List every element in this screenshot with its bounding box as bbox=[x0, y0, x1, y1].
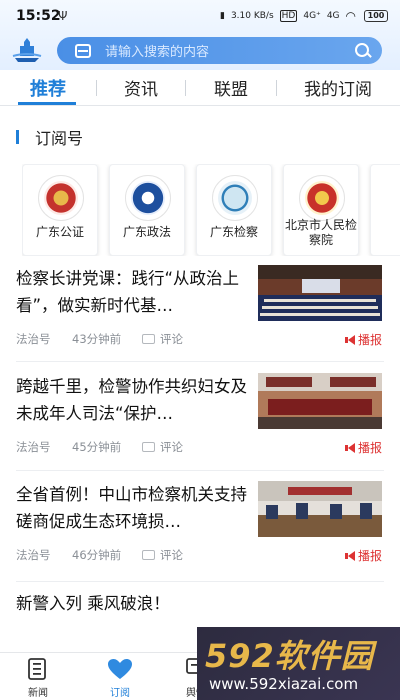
speaker-cone bbox=[347, 334, 355, 345]
politics-law-emblem-icon bbox=[125, 175, 171, 221]
search-icon[interactable] bbox=[350, 38, 376, 64]
subscription-name: 广东检察 bbox=[209, 225, 258, 239]
search-bar[interactable]: 请输入搜索的内容 bbox=[57, 37, 382, 64]
broadcast-label: 播报 bbox=[357, 441, 382, 455]
app-logo-icon[interactable] bbox=[10, 34, 44, 64]
article-item[interactable]: 跨越千里，检警协作共织妇女及未成年人司法“保护… 法治号 45分钟前 评论 播报 bbox=[16, 373, 384, 459]
signal-1: 4G⁺ bbox=[303, 11, 321, 21]
vibrate-icon: ▮ bbox=[220, 11, 225, 21]
usb-icon: Ψ bbox=[58, 9, 68, 23]
article-meta: 法治号 45分钟前 评论 播报 bbox=[16, 439, 382, 455]
search-input[interactable]: 请输入搜索的内容 bbox=[105, 41, 350, 60]
tab-my-subscriptions[interactable]: 我的订阅 bbox=[277, 75, 399, 100]
article-thumbnail[interactable] bbox=[258, 481, 382, 537]
section-marker bbox=[16, 130, 19, 144]
status-bar: 15:52 Ψ ▮ 3.10 KB/s HD 4G⁺ 4G ◠ 100 bbox=[0, 0, 400, 32]
heart-icon bbox=[108, 659, 132, 679]
scan-icon[interactable] bbox=[75, 43, 91, 58]
article-item[interactable]: 新警入列 乘风破浪！ bbox=[16, 590, 384, 624]
broadcast-label: 播报 bbox=[357, 549, 382, 563]
article-time: 43分钟前 bbox=[72, 332, 122, 346]
article-meta: 法治号 46分钟前 评论 播报 bbox=[16, 547, 382, 563]
speaker-cone bbox=[347, 442, 355, 453]
section-title: 订阅号 bbox=[16, 129, 83, 148]
net-speed: 3.10 KB/s bbox=[230, 11, 274, 21]
broadcast-button[interactable]: 播报 bbox=[344, 547, 382, 564]
national-emblem-icon bbox=[299, 175, 345, 221]
article-time: 46分钟前 bbox=[72, 548, 122, 562]
subscription-card-partial[interactable] bbox=[370, 164, 400, 256]
article-source: 法治号 bbox=[16, 440, 51, 454]
article-time: 45分钟前 bbox=[72, 440, 122, 454]
article-divider bbox=[16, 581, 384, 582]
speaker-cone bbox=[347, 550, 355, 561]
article-source: 法治号 bbox=[16, 332, 51, 346]
tab-alliance[interactable]: 联盟 bbox=[186, 75, 276, 100]
news-icon bbox=[28, 658, 46, 680]
article-title[interactable]: 检察长讲党课：践行“从政治上看”，做实新时代基… bbox=[16, 265, 250, 319]
status-time: 15:52 bbox=[16, 8, 61, 24]
nav-subscribe-label: 订阅 bbox=[110, 688, 130, 699]
comment-label[interactable]: 评论 bbox=[160, 439, 183, 455]
hd-badge: HD bbox=[279, 10, 298, 22]
subscription-carousel[interactable]: 广东公证 广东政法 广东检察 北京市人民检察院 bbox=[22, 164, 400, 256]
article-title[interactable]: 跨越千里，检警协作共织妇女及未成年人司法“保护… bbox=[16, 373, 250, 427]
article-item[interactable]: 检察长讲党课：践行“从政治上看”，做实新时代基… 法治号 43分钟前 评论 播报 bbox=[16, 265, 384, 351]
subscription-card-guangdong-procuratorate[interactable]: 广东检察 bbox=[196, 164, 272, 256]
watermark-brand: 592软件园 bbox=[205, 637, 374, 675]
broadcast-button[interactable]: 播报 bbox=[344, 331, 382, 348]
header: 15:52 Ψ ▮ 3.10 KB/s HD 4G⁺ 4G ◠ 100 请输入搜… bbox=[0, 0, 400, 70]
subscription-name: 北京市人民检察院 bbox=[284, 218, 357, 247]
article-item[interactable]: 全省首例！中山市检察机关支持磋商促成生态环境损… 法治号 46分钟前 评论 播报 bbox=[16, 481, 384, 567]
procuratorate-emblem-icon bbox=[212, 175, 258, 221]
active-tab-indicator bbox=[18, 102, 76, 105]
article-source: 法治号 bbox=[16, 548, 51, 562]
nav-subscribe[interactable]: 订阅 bbox=[88, 653, 152, 700]
subscriptions-title: 订阅号 bbox=[35, 129, 84, 148]
subscription-card-guangdong-politics-law[interactable]: 广东政法 bbox=[109, 164, 185, 256]
comment-icon[interactable] bbox=[142, 442, 155, 452]
nav-news[interactable]: 新闻 bbox=[6, 653, 70, 700]
broadcast-button[interactable]: 播报 bbox=[344, 439, 382, 456]
wifi-icon: ◠ bbox=[345, 9, 356, 23]
comment-label[interactable]: 评论 bbox=[160, 331, 183, 347]
broadcast-label: 播报 bbox=[357, 333, 382, 347]
comment-icon[interactable] bbox=[142, 550, 155, 560]
tab-recommend[interactable]: 推荐 bbox=[0, 75, 96, 101]
subscription-card-beijing-procuratorate[interactable]: 北京市人民检察院 bbox=[283, 164, 359, 256]
article-divider bbox=[16, 470, 384, 471]
subscription-name: 广东政法 bbox=[122, 225, 171, 239]
article-meta: 法治号 43分钟前 评论 播报 bbox=[16, 331, 382, 347]
status-icons: ▮ 3.10 KB/s HD 4G⁺ 4G ◠ bbox=[220, 9, 356, 23]
comment-label[interactable]: 评论 bbox=[160, 547, 183, 563]
tab-news[interactable]: 资讯 bbox=[97, 75, 185, 100]
signal-2: 4G bbox=[326, 11, 340, 21]
subscription-card-guangdong-notary[interactable]: 广东公证 bbox=[22, 164, 98, 256]
notary-emblem-icon bbox=[38, 175, 84, 221]
nav-news-label: 新闻 bbox=[28, 688, 48, 699]
article-divider bbox=[16, 361, 384, 362]
article-title[interactable]: 全省首例！中山市检察机关支持磋商促成生态环境损… bbox=[16, 481, 250, 535]
comment-icon[interactable] bbox=[142, 334, 155, 344]
article-title[interactable]: 新警入列 乘风破浪！ bbox=[16, 590, 376, 617]
watermark-logo: 592软件园 www.592xiazai.com bbox=[197, 627, 400, 700]
article-thumbnail[interactable] bbox=[258, 265, 382, 321]
article-thumbnail[interactable] bbox=[258, 373, 382, 429]
battery-icon: 100 bbox=[364, 10, 388, 22]
top-tabs: 推荐 资讯 联盟 我的订阅 bbox=[0, 70, 400, 106]
watermark-url: www.592xiazai.com bbox=[209, 675, 359, 693]
subscription-name: 广东公证 bbox=[35, 225, 84, 239]
